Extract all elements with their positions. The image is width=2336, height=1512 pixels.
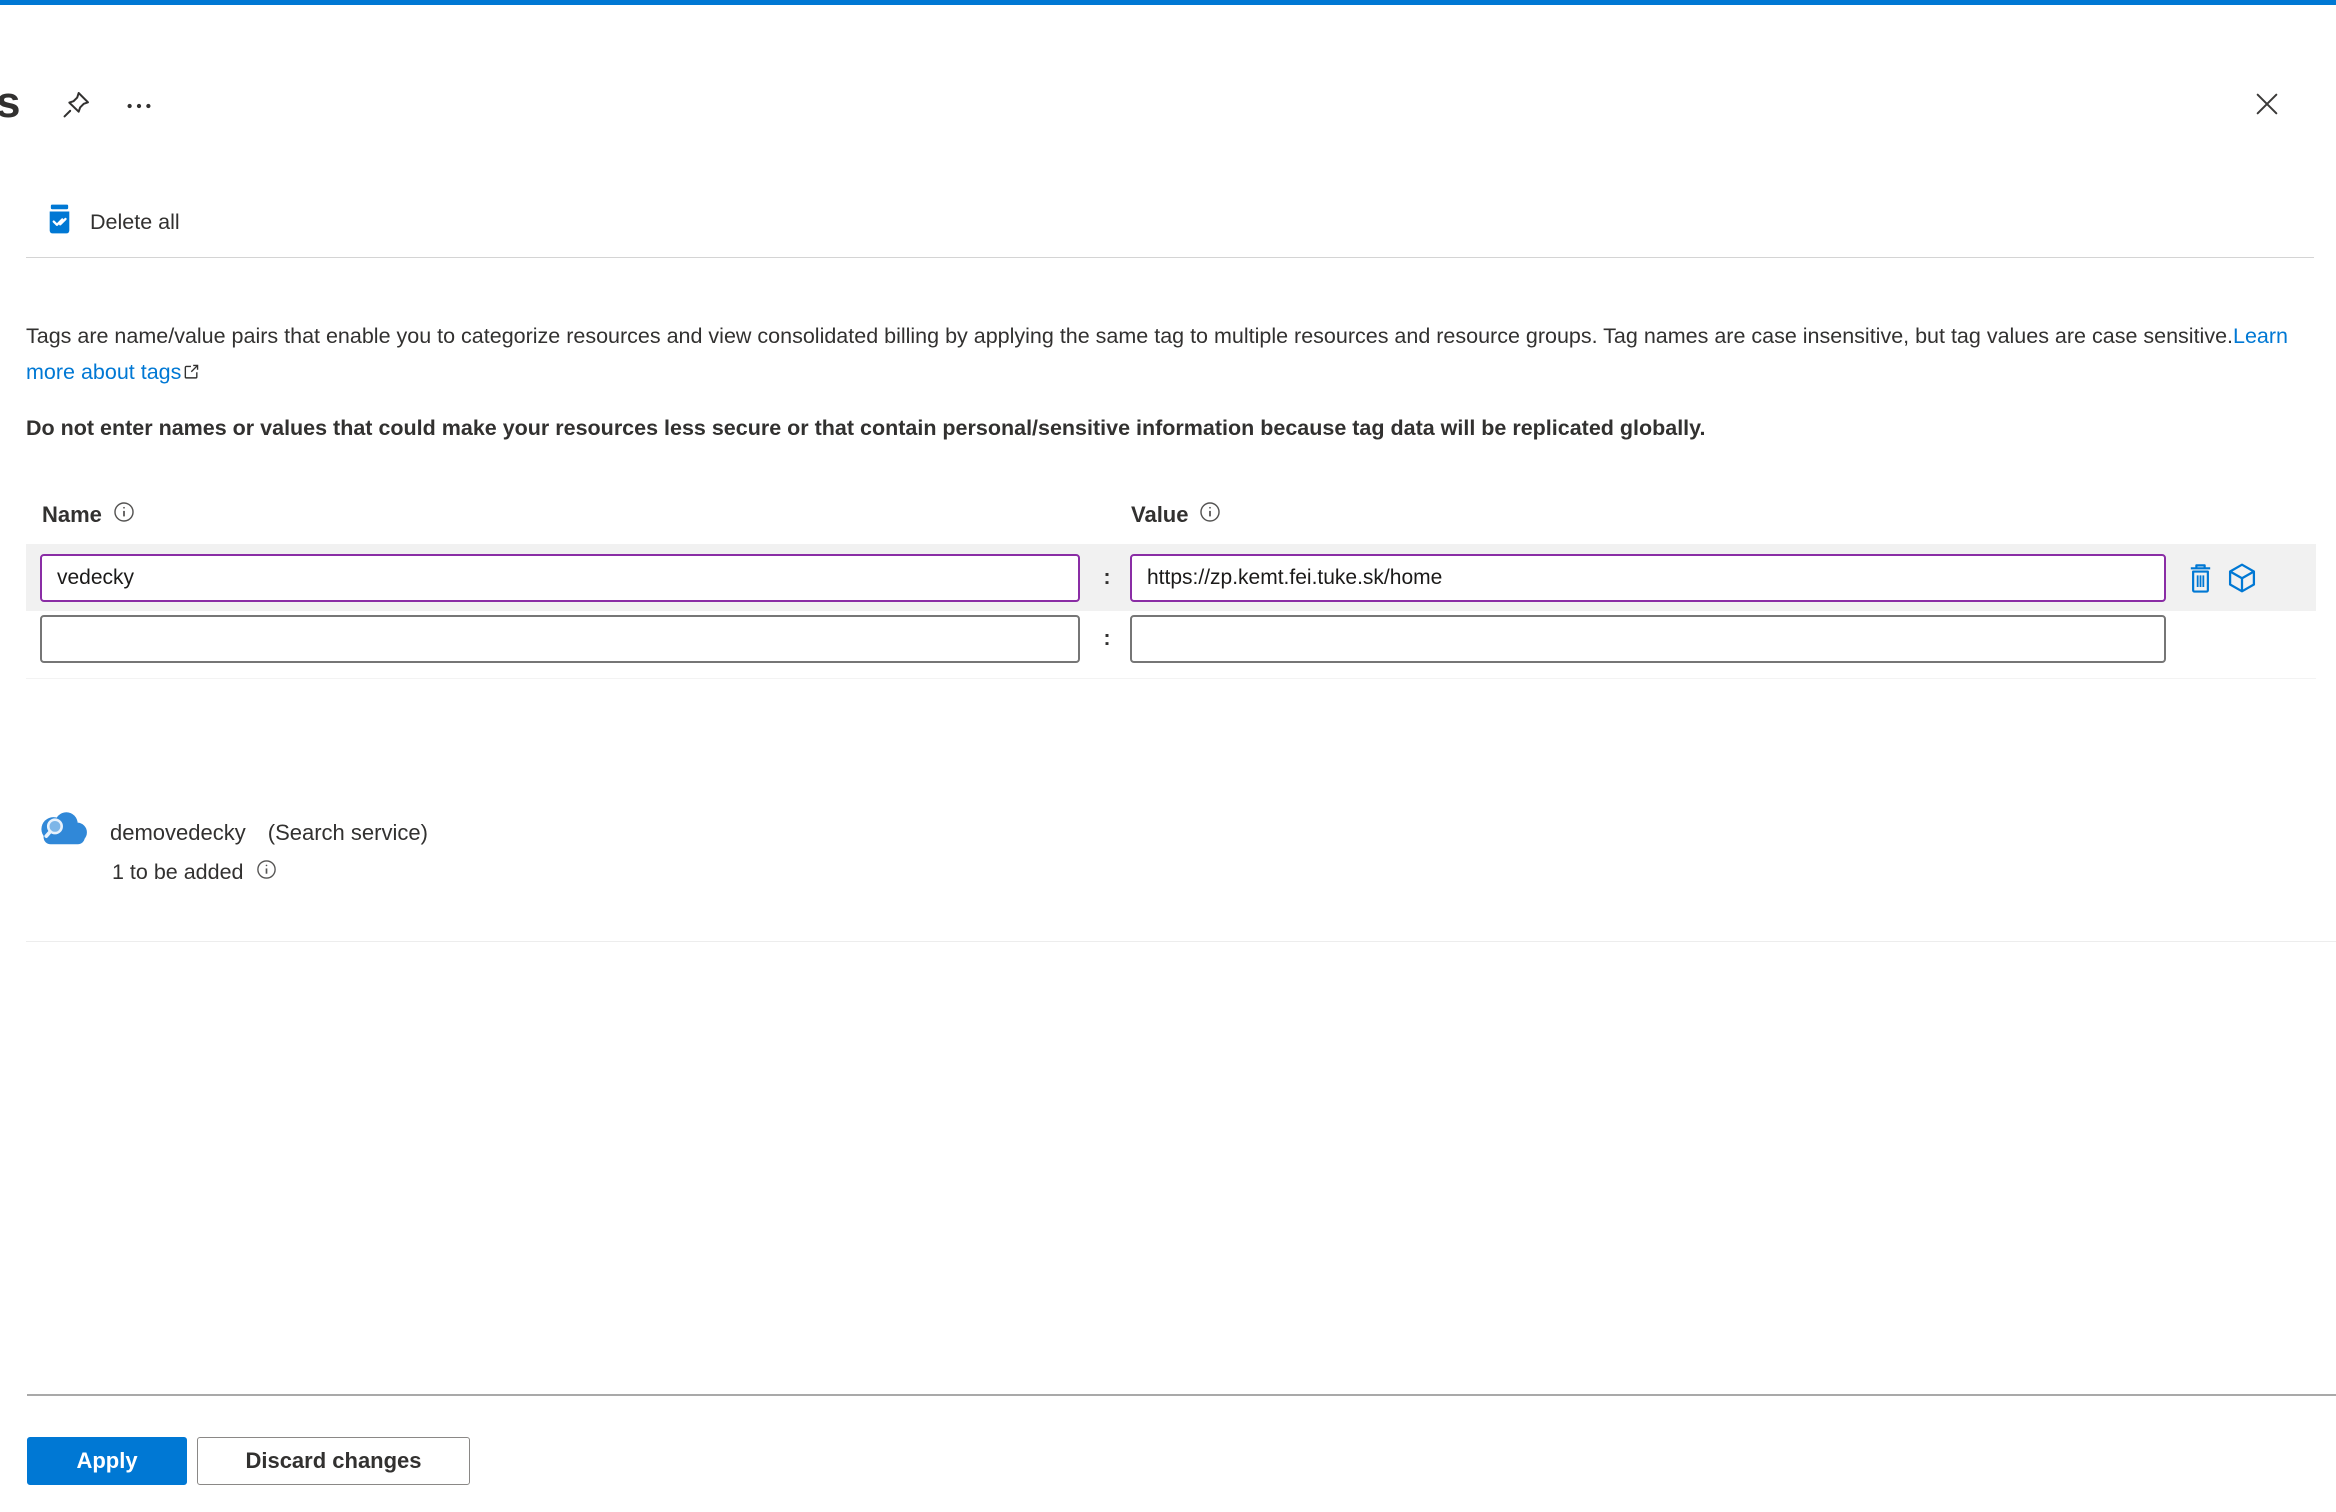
name-info-icon[interactable] xyxy=(113,501,135,529)
form-bottom-divider xyxy=(26,678,2316,679)
tag-value-input-1[interactable] xyxy=(1130,554,2166,602)
footer-divider xyxy=(27,1394,2336,1396)
external-link-icon xyxy=(183,355,200,391)
value-column-header: Value xyxy=(1131,501,1221,529)
pin-icon xyxy=(60,89,92,124)
ellipsis-icon xyxy=(124,91,154,124)
name-column-header: Name xyxy=(42,501,135,529)
search-service-icon xyxy=(36,808,88,853)
toolbar-divider xyxy=(26,257,2314,258)
sensitive-data-warning: Do not enter names or values that could … xyxy=(26,416,1706,440)
discard-changes-button[interactable]: Discard changes xyxy=(197,1437,470,1485)
tag-separator-1: : xyxy=(1103,566,1111,589)
resource-type: (Search service) xyxy=(267,820,428,845)
resource-name: demovedecky xyxy=(110,820,246,845)
delete-tag-row-button[interactable] xyxy=(2181,558,2219,600)
delete-row-icon xyxy=(2185,561,2216,598)
tag-name-input-2[interactable] xyxy=(40,615,1080,663)
pin-button[interactable] xyxy=(54,84,98,128)
value-info-icon[interactable] xyxy=(1199,501,1221,529)
page-title-text: Tags xyxy=(0,78,21,127)
tag-value-input-2[interactable] xyxy=(1130,615,2166,663)
name-header-label: Name xyxy=(42,502,102,527)
tag-name-input-1[interactable] xyxy=(40,554,1080,602)
resource-cube-icon xyxy=(2225,561,2259,598)
delete-all-button[interactable]: Delete all xyxy=(46,202,180,242)
tags-description-text: Tags are name/value pairs that enable yo… xyxy=(26,324,2233,348)
resource-summary: demovedecky (Search service) xyxy=(110,820,428,846)
page-title: Tags xyxy=(0,78,30,138)
value-header-label: Value xyxy=(1131,502,1189,527)
tags-blade: Tags xyxy=(0,0,2336,1512)
more-commands-button[interactable] xyxy=(118,88,160,126)
resource-tag-status: 1 to be added xyxy=(112,859,277,886)
apply-button[interactable]: Apply xyxy=(27,1437,187,1485)
blade-top-accent-bar xyxy=(0,0,2336,5)
delete-all-label: Delete all xyxy=(90,209,180,234)
status-info-icon[interactable] xyxy=(256,859,277,886)
tags-description: Tags are name/value pairs that enable yo… xyxy=(26,318,2318,391)
close-icon xyxy=(2251,88,2283,123)
resource-status-text: 1 to be added xyxy=(112,860,244,884)
view-resource-button[interactable] xyxy=(2221,558,2263,600)
close-blade-button[interactable] xyxy=(2244,82,2290,128)
tag-separator-2: : xyxy=(1103,627,1111,650)
resource-section-divider xyxy=(26,941,2336,942)
delete-all-icon xyxy=(46,204,73,240)
